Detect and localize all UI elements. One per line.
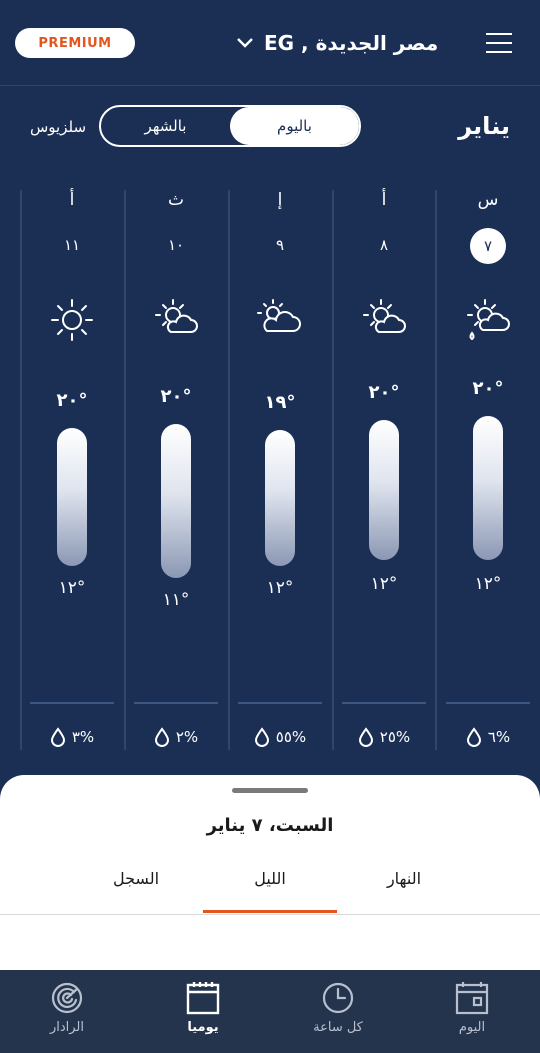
nav-daily[interactable]: يوميا [143, 980, 263, 1035]
high-temp: ٢٠° [472, 378, 504, 399]
column-rule [238, 702, 322, 704]
day-column[interactable]: ث ١٠ ٢٠° ١١° ٢% [126, 190, 226, 750]
today-calendar-icon [455, 982, 489, 1015]
app-header: PREMIUM مصر الجديدة , EG [0, 0, 540, 85]
raindrop-icon [358, 727, 373, 747]
partly-cloudy-icon [155, 299, 198, 333]
toggle-monthly[interactable]: بالشهر [101, 107, 230, 145]
weekday-letter: أ [381, 190, 387, 210]
precipitation-value: ٢٥% [379, 728, 411, 746]
precipitation: ٢% [126, 727, 226, 747]
sun-icon [51, 299, 93, 341]
low-temp: ١٢° [58, 578, 86, 598]
low-temp: ١٢° [370, 574, 398, 594]
header-divider [0, 85, 540, 86]
sheet-drag-handle[interactable] [232, 788, 308, 793]
temp-range-bar [265, 430, 295, 566]
day-number-selected: ٧ [470, 228, 506, 264]
temp-range-bar [57, 428, 87, 566]
day-column[interactable]: إ ٩ ١٩° ١٢° ٥٥% [230, 190, 330, 750]
column-rule [134, 702, 218, 704]
day-number: ١١ [63, 236, 81, 254]
sheet-title: السبت، ٧ يناير [206, 815, 334, 836]
low-temp: ١٢° [474, 574, 502, 594]
unit-label[interactable]: سلزيوس [30, 118, 86, 136]
precipitation: ٥٥% [230, 727, 330, 747]
temp-range-bar [473, 416, 503, 560]
day-detail-sheet: السبت، ٧ يناير السجل الليل النهار [0, 775, 540, 970]
day-column[interactable]: أ ٨ ٢٠° ١٢° ٢٥% [334, 190, 434, 750]
high-temp: ٢٠° [56, 390, 88, 411]
precipitation: ٣% [22, 727, 122, 747]
partly-cloudy-rain-icon [467, 299, 510, 341]
column-rule [30, 702, 114, 704]
premium-button[interactable]: PREMIUM [15, 28, 135, 58]
tab-history[interactable]: السجل [69, 863, 203, 913]
calendar-icon [186, 982, 220, 1015]
weekday-letter: أ [69, 190, 75, 210]
temp-range-bar [369, 420, 399, 560]
partly-cloudy-icon [363, 299, 406, 333]
high-temp: ٢٠° [160, 386, 192, 407]
clock-icon [322, 982, 354, 1014]
precipitation-value: ٥٥% [275, 728, 307, 746]
raindrop-icon [254, 727, 269, 747]
location-selector[interactable]: مصر الجديدة , EG [236, 28, 438, 58]
high-temp: ٢٠° [368, 382, 400, 403]
month-title: يناير [458, 112, 510, 140]
daily-forecast: س ٧ ٢٠° ١٢° ٦% أ ٨ ٢٠° ١٢° ٢٥% إ ٩ ١٩° ١… [0, 190, 540, 752]
nav-daily-label: يوميا [187, 1020, 219, 1035]
precipitation-value: ٢% [175, 728, 199, 746]
tab-night[interactable]: الليل [203, 863, 337, 913]
day-number: ٨ [379, 236, 389, 254]
detail-tabs: السجل الليل النهار [0, 863, 540, 915]
location-label: مصر الجديدة , EG [264, 31, 439, 55]
precipitation-value: ٣% [71, 728, 95, 746]
column-rule [342, 702, 426, 704]
nav-radar-label: الرادار [49, 1020, 85, 1035]
day-number: ١٠ [167, 236, 185, 254]
precipitation-value: ٦% [487, 728, 511, 746]
column-divider [435, 190, 437, 750]
nav-today-label: اليوم [458, 1020, 486, 1035]
raindrop-icon [466, 727, 481, 747]
toggle-daily[interactable]: باليوم [230, 107, 359, 145]
day-column[interactable]: س ٧ ٢٠° ١٢° ٦% [438, 190, 538, 750]
column-rule [446, 702, 530, 704]
high-temp: ١٩° [264, 392, 296, 413]
bottom-navigation: الرادار يوميا كل ساعة اليوم [0, 970, 540, 1053]
cloud-sun-icon [257, 299, 301, 332]
tab-day[interactable]: النهار [337, 863, 471, 913]
nav-hourly-label: كل ساعة [313, 1020, 363, 1035]
weekday-letter: ث [167, 190, 184, 210]
precipitation: ٦% [438, 727, 538, 747]
day-number: ٩ [275, 236, 285, 254]
weekday-letter: س [477, 190, 499, 210]
hamburger-menu-icon[interactable] [486, 33, 512, 53]
nav-radar[interactable]: الرادار [7, 980, 127, 1035]
tabs-divider [0, 914, 540, 915]
period-toggle[interactable]: بالشهر باليوم [99, 105, 361, 147]
temp-range-bar [161, 424, 191, 578]
nav-hourly[interactable]: كل ساعة [278, 980, 398, 1035]
raindrop-icon [154, 727, 169, 747]
raindrop-icon [50, 727, 65, 747]
nav-today[interactable]: اليوم [412, 980, 532, 1035]
low-temp: ١٢° [266, 578, 294, 598]
radar-icon [51, 982, 83, 1014]
chevron-down-icon [236, 37, 254, 49]
weekday-letter: إ [277, 190, 283, 210]
precipitation: ٢٥% [334, 727, 434, 747]
low-temp: ١١° [162, 590, 190, 610]
day-column[interactable]: أ ١١ ٢٠° ١٢° ٣% [22, 190, 122, 750]
